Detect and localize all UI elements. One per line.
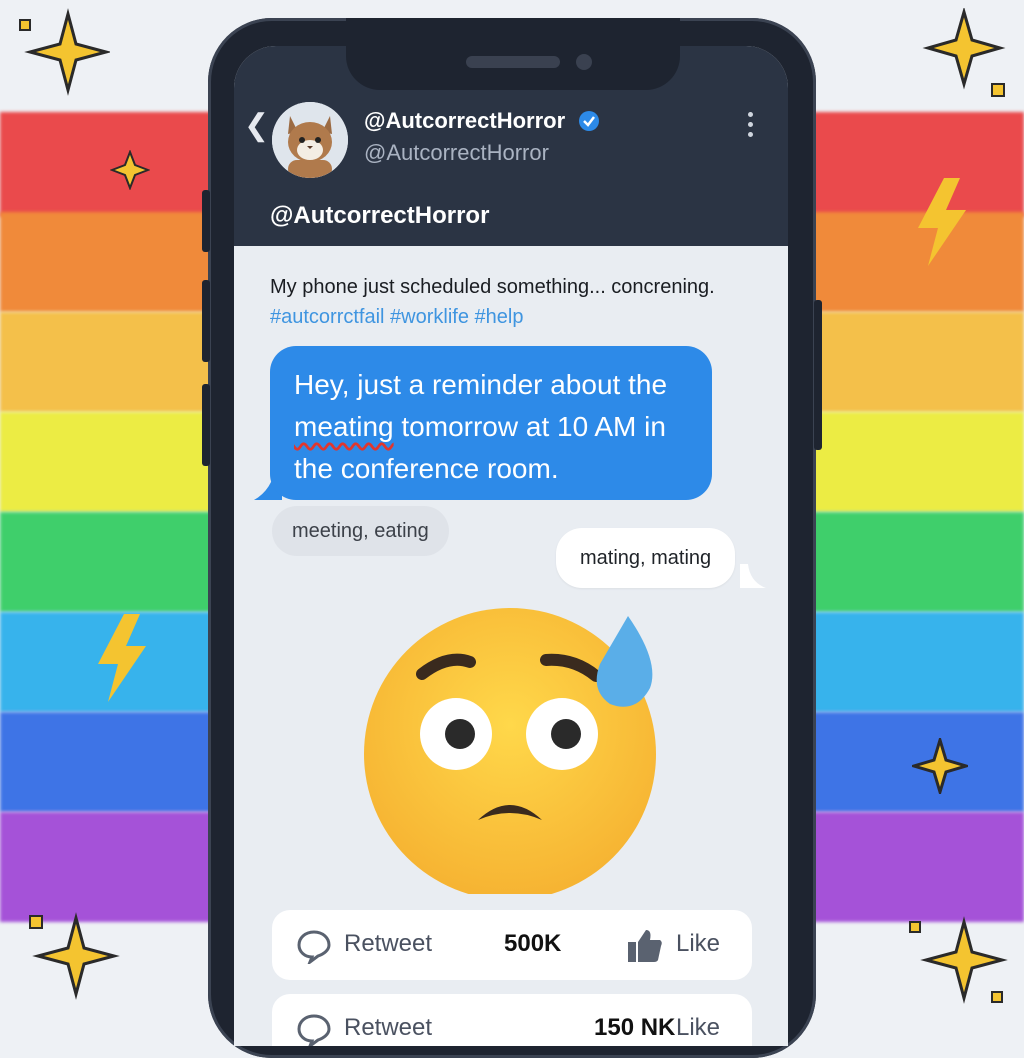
- avatar[interactable]: [272, 102, 348, 178]
- reply-bubble-tail: [740, 564, 766, 588]
- profile-handle[interactable]: @AutcorrectHorror: [364, 108, 565, 134]
- sparkle-icon: [912, 738, 968, 794]
- engagement-count-2: 150 NK: [594, 1014, 676, 1041]
- lightning-icon: [918, 178, 966, 266]
- sparkle-icon: [110, 150, 150, 190]
- autocorrect-typo-word[interactable]: meating: [294, 411, 394, 442]
- lightning-icon: [98, 614, 146, 702]
- tweet-text: My phone just scheduled something... con…: [270, 276, 715, 298]
- tweet-actions-bar-2: Retweet 150 NK Like: [272, 994, 752, 1046]
- retweet-button[interactable]: Retweet: [344, 930, 432, 958]
- profile-subhandle: @AutcorrectHorror: [364, 140, 549, 165]
- more-kebab-icon[interactable]: [748, 112, 753, 142]
- sent-message-bubble: Hey, just a reminder about the meating t…: [270, 346, 712, 500]
- autocorrect-suggestion[interactable]: meeting, eating: [272, 506, 449, 556]
- tweet-actions-bar: Retweet 500K Like: [272, 910, 752, 980]
- message-text-before: Hey, just a reminder about the: [294, 369, 668, 400]
- phone-camera: [576, 54, 592, 70]
- tweet-hashtags[interactable]: #autcorrctfail #worklife #help: [270, 302, 770, 332]
- sparkle-icon: [19, 8, 110, 96]
- sparkle-icon: [909, 916, 1008, 1004]
- phone-screen: ❮ @AutcorrectHorror @AutcorrectHorror @A…: [234, 46, 788, 1046]
- like-button-2[interactable]: Like: [676, 1014, 720, 1042]
- worried-face-emoji: [364, 608, 656, 894]
- comment-bubble-icon[interactable]: [296, 1012, 332, 1046]
- like-button[interactable]: Like: [676, 930, 720, 958]
- tweet-body: My phone just scheduled something... con…: [270, 272, 770, 332]
- phone-volume-up-button: [202, 280, 210, 362]
- verified-badge-icon: [579, 111, 599, 131]
- phone-volume-down-button: [202, 384, 210, 466]
- sparkle-icon: [922, 8, 1006, 97]
- reply-message-bubble: mating, mating: [556, 528, 736, 588]
- phone-notch: [346, 18, 680, 90]
- cat-avatar-icon: [272, 102, 348, 178]
- phone-speaker: [466, 56, 560, 68]
- phone-power-button: [814, 300, 822, 450]
- comment-bubble-icon[interactable]: [296, 928, 332, 964]
- retweet-button-2[interactable]: Retweet: [344, 1014, 432, 1042]
- thumbs-up-icon[interactable]: [626, 928, 664, 964]
- engagement-count: 500K: [504, 930, 562, 957]
- page-title: @AutcorrectHorror: [270, 202, 490, 229]
- sparkle-icon: [29, 912, 120, 1000]
- back-chevron-icon[interactable]: ❮: [244, 108, 269, 143]
- phone-side-button: [202, 190, 210, 252]
